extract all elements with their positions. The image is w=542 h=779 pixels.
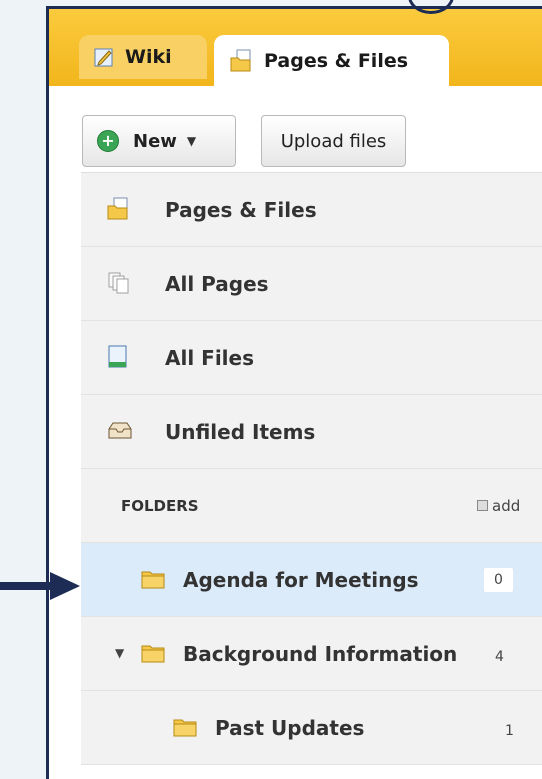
folder-label: Past Updates (215, 715, 365, 740)
tab-pages-files-label: Pages & Files (264, 49, 409, 72)
folders-heading: FOLDERS (121, 496, 199, 515)
file-nav: Pages & Files All Pages All Files Unfile… (81, 172, 542, 765)
nav-item-label: All Pages (165, 271, 269, 296)
nav-item-all-files[interactable]: All Files (81, 321, 542, 395)
add-square-icon (477, 500, 488, 511)
folder-count: 1 (505, 723, 514, 739)
nav-item-label: All Files (165, 345, 254, 370)
add-folder-label: add (492, 496, 521, 515)
new-button[interactable]: + New ▼ (82, 115, 236, 167)
plus-icon: + (97, 130, 119, 152)
folder-label: Background Information (183, 641, 458, 666)
all-pages-icon (107, 271, 131, 295)
nav-item-unfiled-items[interactable]: Unfiled Items (81, 395, 542, 469)
pages-files-icon (230, 49, 254, 73)
folder-item-past-updates[interactable]: Past Updates 1 (81, 691, 542, 765)
nav-item-label: Pages & Files (165, 197, 317, 222)
pages-files-icon (107, 197, 131, 221)
folder-count: 4 (495, 649, 504, 665)
folder-icon (141, 569, 165, 589)
upload-files-label: Upload files (280, 130, 387, 152)
folder-icon (141, 643, 165, 663)
folder-item-agenda[interactable]: Agenda for Meetings 0 (81, 543, 542, 617)
tab-pages-files[interactable]: Pages & Files (214, 35, 449, 86)
pointer-arrow-icon (0, 570, 82, 606)
add-folder-link[interactable]: add (477, 497, 520, 515)
tab-wiki[interactable]: Wiki (79, 35, 207, 79)
app-frame: Wiki Pages & Files + New ▼ Upload files … (46, 6, 542, 779)
folder-count: 0 (484, 567, 513, 592)
nav-item-pages-files[interactable]: Pages & Files (81, 173, 542, 247)
toolbar: + New ▼ Upload files (49, 86, 542, 172)
tab-wiki-label: Wiki (125, 46, 172, 68)
inbox-tray-icon (107, 419, 133, 441)
new-button-label: New (133, 130, 177, 152)
folder-label: Agenda for Meetings (183, 567, 419, 592)
file-icon (107, 345, 129, 369)
nav-item-all-pages[interactable]: All Pages (81, 247, 542, 321)
expand-triangle-icon[interactable]: ▼ (115, 646, 124, 660)
folder-icon (173, 717, 197, 737)
folders-header: FOLDERS add (81, 469, 542, 543)
wiki-edit-icon (93, 46, 115, 68)
nav-item-label: Unfiled Items (165, 419, 316, 444)
upload-files-button[interactable]: Upload files (261, 115, 406, 167)
folder-item-background[interactable]: ▼ Background Information 4 (81, 617, 542, 691)
tab-bar: Wiki Pages & Files (49, 9, 542, 86)
chevron-down-icon: ▼ (186, 134, 197, 148)
